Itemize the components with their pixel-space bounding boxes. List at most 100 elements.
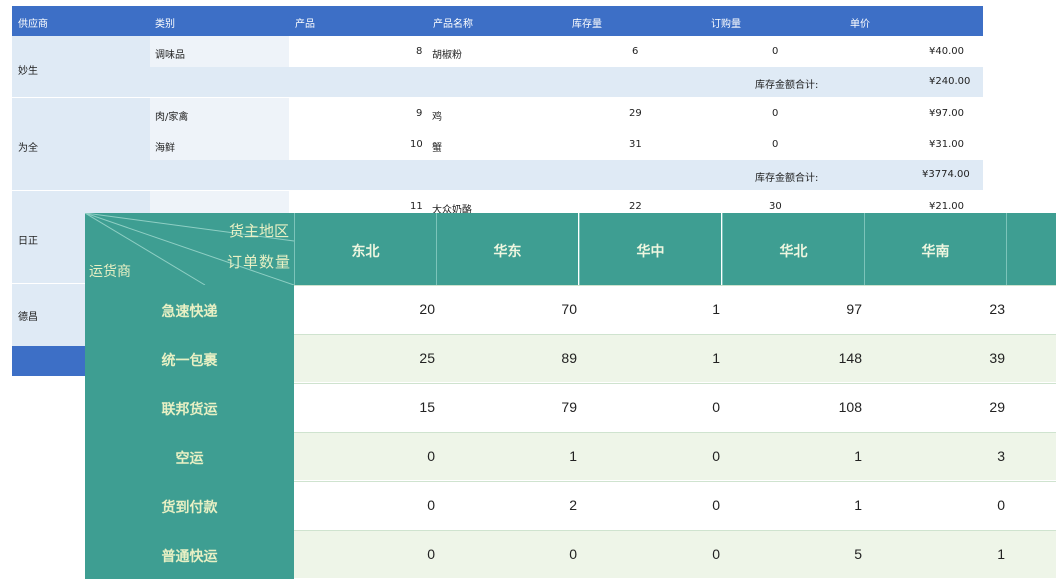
supplier-cell: 妙生 — [12, 36, 150, 97]
cell-value: 25 — [419, 350, 435, 366]
header-supplier[interactable]: 供应商 — [18, 15, 48, 30]
cell-value: 23 — [989, 301, 1005, 317]
table-row: 空运 0 1 0 1 3 — [85, 432, 1056, 481]
carrier-cell: 货到付款 — [85, 481, 294, 530]
region-header[interactable]: 东北 — [294, 213, 436, 285]
table-row: 普通快运 0 0 0 5 1 — [85, 530, 1056, 579]
cell-value: 0 — [427, 448, 435, 464]
header-category[interactable]: 类别 — [155, 15, 175, 30]
corner-carrier-label: 运货商 — [89, 263, 131, 279]
order-value: 0 — [772, 139, 779, 150]
cell-value: 108 — [838, 399, 862, 415]
header-product-name[interactable]: 产品名称 — [433, 15, 473, 30]
cell-value: 0 — [997, 497, 1005, 513]
price-value: ¥97.00 — [929, 108, 964, 119]
region-header-label: 华中 — [636, 243, 665, 259]
subtotal-label: 库存金额合计: — [755, 80, 819, 91]
stock-value: 31 — [629, 139, 642, 150]
category-label: 调味品 — [155, 50, 185, 61]
cell-value: 2 — [569, 497, 577, 513]
category-label: 海鲜 — [155, 143, 175, 154]
subtotal-label: 库存金额合计: — [755, 173, 819, 184]
carrier-region-pivot-table: 货主地区 订单数量 运货商 东北 华东 华中 华北 华南 急速快递 20 70 … — [85, 213, 1056, 579]
carrier-label: 联邦货运 — [161, 401, 218, 417]
cell-value: 0 — [712, 497, 720, 513]
subtotal-row: 库存金额合计: ¥240.00 — [150, 67, 983, 97]
corner-region-label: 货主地区 — [228, 223, 289, 240]
cell-value: 0 — [712, 399, 720, 415]
header-product[interactable]: 产品 — [295, 15, 315, 30]
product-id: 8 — [416, 46, 423, 57]
header-price[interactable]: 单价 — [850, 15, 870, 30]
stock-value: 29 — [629, 108, 642, 119]
cell-value: 79 — [561, 399, 577, 415]
supplier-table-header: 供应商 类别 产品 产品名称 库存量 订购量 单价 — [12, 6, 983, 36]
category-cell: 海鲜 — [150, 129, 289, 160]
stock-value: 22 — [629, 201, 642, 212]
cell-value: 0 — [569, 546, 577, 562]
carrier-cell: 普通快运 — [85, 530, 294, 579]
product-name: 蟹 — [432, 143, 442, 154]
carrier-label: 货到付款 — [161, 499, 218, 515]
subtotal-row: 库存金额合计: ¥3774.00 — [150, 160, 983, 190]
price-value: ¥21.00 — [929, 201, 964, 212]
carrier-cell: 空运 — [85, 432, 294, 481]
cell-value: 1 — [997, 546, 1005, 562]
price-value: ¥31.00 — [929, 139, 964, 150]
carrier-cell: 急速快递 — [85, 285, 294, 334]
region-header-label: 华东 — [493, 243, 522, 259]
order-value: 30 — [769, 201, 782, 212]
cell-value: 97 — [846, 301, 862, 317]
region-header-label: 东北 — [351, 243, 380, 259]
table-row: 联邦货运 15 79 0 108 29 — [85, 383, 1056, 432]
supplier-name: 为全 — [18, 143, 38, 154]
cell-value: 89 — [561, 350, 577, 366]
supplier-cell: 为全 — [12, 98, 150, 190]
header-order[interactable]: 订购量 — [711, 15, 741, 30]
cell-value: 15 — [419, 399, 435, 415]
cell-value: 5 — [854, 546, 862, 562]
order-value: 0 — [772, 46, 779, 57]
cell-value: 3 — [997, 448, 1005, 464]
region-header-label: 华南 — [921, 243, 950, 259]
product-name: 鸡 — [432, 112, 442, 123]
carrier-label: 统一包裹 — [161, 352, 218, 368]
cell-value: 39 — [989, 350, 1005, 366]
product-name: 胡椒粉 — [432, 50, 462, 61]
carrier-label: 空运 — [175, 450, 204, 466]
stock-value: 6 — [632, 46, 639, 57]
cell-value: 29 — [989, 399, 1005, 415]
supplier-table-footer — [12, 346, 92, 376]
region-header[interactable]: 华南 — [864, 213, 1006, 285]
region-header-extra — [1006, 213, 1056, 285]
cell-value: 1 — [854, 497, 862, 513]
header-stock[interactable]: 库存量 — [572, 15, 602, 30]
cell-value: 0 — [427, 497, 435, 513]
cell-value: 0 — [712, 448, 720, 464]
cell-value: 1 — [569, 448, 577, 464]
cell-value: 148 — [838, 350, 862, 366]
cell-value: 1 — [712, 350, 720, 366]
carrier-label: 普通快运 — [161, 548, 218, 564]
cell-value: 0 — [712, 546, 720, 562]
carrier-cell: 统一包裹 — [85, 334, 294, 383]
carrier-cell: 联邦货运 — [85, 383, 294, 432]
product-id: 11 — [410, 201, 423, 212]
product-id: 10 — [410, 139, 423, 150]
category-cell: 调味品 — [150, 36, 289, 67]
subtotal-value: ¥240.00 — [929, 76, 971, 87]
category-label: 肉/家禽 — [155, 112, 189, 123]
cell-value: 0 — [427, 546, 435, 562]
subtotal-value: ¥3774.00 — [922, 169, 970, 180]
cell-value: 20 — [419, 301, 435, 317]
order-value: 0 — [772, 108, 779, 119]
region-header-label: 华北 — [779, 243, 808, 259]
region-header[interactable]: 华中 — [579, 213, 721, 285]
cell-value: 70 — [561, 301, 577, 317]
supplier-name: 德昌 — [18, 312, 38, 323]
category-cell: 肉/家禽 — [150, 98, 289, 129]
carrier-label: 急速快递 — [161, 303, 218, 319]
price-value: ¥40.00 — [929, 46, 964, 57]
region-header[interactable]: 华东 — [436, 213, 578, 285]
region-header[interactable]: 华北 — [722, 213, 864, 285]
